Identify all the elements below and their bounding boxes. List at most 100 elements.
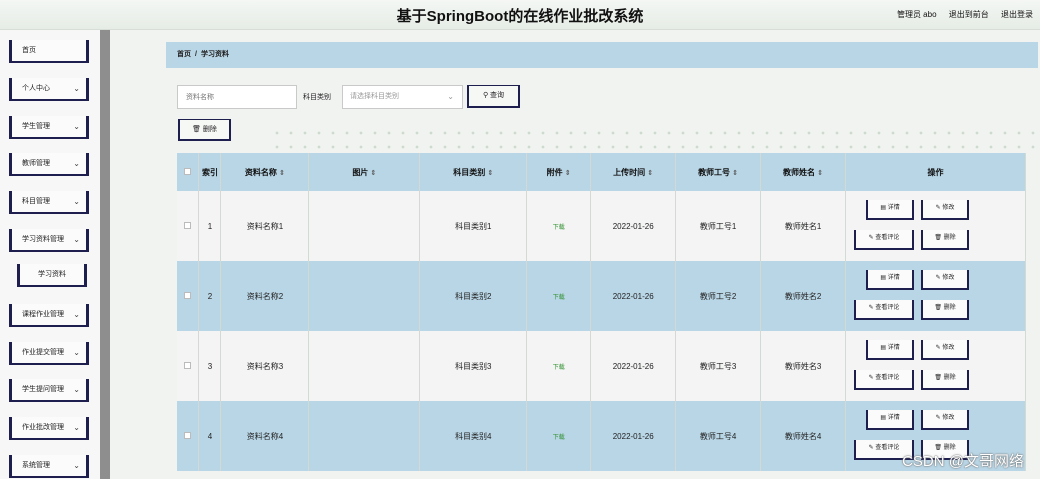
detail-button-label: 详情 (887, 345, 900, 351)
delete-button[interactable]: 🗑 删除 (921, 370, 970, 390)
header-teacher-name[interactable]: 教师姓名 ⇕ (760, 153, 847, 191)
header-image[interactable]: 图片 ⇕ (308, 153, 421, 191)
edit-button[interactable]: ✎ 修改 (921, 200, 970, 220)
header-teacher-name-label: 教师姓名 (783, 167, 815, 177)
row-checkbox[interactable] (184, 221, 192, 229)
decorative-dot-band (270, 126, 1040, 156)
sort-icon[interactable]: ⇕ (487, 170, 493, 177)
pencil-icon: ✎ (868, 305, 874, 311)
cell-category: 科目类别1 (419, 191, 528, 261)
download-link[interactable]: 下载 (553, 435, 565, 441)
delete-button-label: 删除 (943, 305, 956, 311)
sidebar-item[interactable]: 个人中心 ⌄ (9, 78, 89, 101)
cell-actions: ▤ 详情 ✎ 修改 ✎ 查看评论 🗑 删除 (845, 191, 1026, 261)
cell-teacher-id: 教师工号1 (675, 191, 762, 261)
sidebar-item[interactable]: 教师管理 ⌄ (9, 153, 89, 176)
category-select[interactable]: 请选择科目类别 ⌄ (342, 85, 463, 109)
trash-icon: 🗑 (192, 126, 201, 133)
detail-button[interactable]: ▤ 详情 (866, 340, 915, 360)
chevron-down-icon: ⌄ (73, 84, 80, 93)
main-content: 首页 /学习资料 科目类别 请选择科目类别 ⌄ ⚲ 查询 🗑 删除 索引 资料名称… (110, 30, 1040, 479)
cell-teacher-id: 教师工号4 (675, 401, 762, 471)
chevron-down-icon: ⌄ (73, 235, 80, 244)
header-upload-time-label: 上传时间 (613, 167, 646, 177)
cell-actions: ▤ 详情 ✎ 修改 ✎ 查看评论 🗑 删除 (845, 261, 1026, 331)
download-link[interactable]: 下载 (553, 295, 565, 301)
detail-button[interactable]: ▤ 详情 (866, 270, 915, 290)
row-checkbox[interactable] (184, 361, 192, 369)
cell-image (308, 191, 421, 261)
frontend-link[interactable]: 退出到前台 (949, 10, 989, 19)
name-search-input[interactable] (177, 85, 297, 109)
sidebar-item[interactable]: 学习资料管理 ⌄ (9, 229, 89, 252)
detail-button[interactable]: ▤ 详情 (866, 410, 915, 430)
select-all-checkbox[interactable] (184, 167, 192, 175)
row-checkbox[interactable] (184, 291, 192, 299)
breadcrumb-home[interactable]: 首页 (177, 51, 191, 58)
sidebar-item[interactable]: 作业批改管理 ⌄ (9, 417, 89, 440)
sidebar-item[interactable]: 首页 (9, 40, 89, 63)
cell-upload-time: 2022-01-26 (590, 331, 677, 401)
query-button[interactable]: ⚲ 查询 (467, 85, 520, 108)
row-select[interactable] (177, 191, 200, 261)
header-attachment[interactable]: 附件 ⇕ (526, 153, 592, 191)
download-link[interactable]: 下载 (553, 225, 565, 231)
header-teacher-id-label: 教师工号 (698, 167, 731, 177)
query-button-label: 查询 (490, 92, 505, 99)
bulk-delete-label: 删除 (202, 126, 217, 133)
cell-index: 2 (198, 261, 222, 331)
header-image-label: 图片 (352, 167, 369, 177)
sidebar-item-label: 学习资料 (38, 271, 66, 278)
top-header: 基于SpringBoot的在线作业批改系统 管理员 abo 退出到前台 退出登录 (0, 0, 1040, 30)
sidebar-item[interactable]: 科目管理 ⌄ (9, 191, 89, 214)
view-comments-button[interactable]: ✎ 查看评论 (854, 300, 915, 320)
edit-button[interactable]: ✎ 修改 (921, 410, 970, 430)
sidebar-item[interactable]: 学生管理 ⌄ (9, 116, 89, 139)
sidebar-item[interactable]: 学习资料 (17, 264, 87, 287)
delete-button[interactable]: 🗑 删除 (921, 230, 970, 250)
cell-image (308, 331, 421, 401)
sidebar-item-label: 作业提交管理 (22, 349, 64, 356)
sort-icon[interactable]: ⇕ (732, 170, 738, 177)
edit-button[interactable]: ✎ 修改 (921, 340, 970, 360)
row-select[interactable] (177, 261, 200, 331)
sort-icon[interactable]: ⇕ (647, 170, 653, 177)
sort-icon[interactable]: ⇕ (565, 170, 571, 177)
sidebar-item[interactable]: 学生提问管理 ⌄ (9, 379, 89, 402)
trash-icon: 🗑 (934, 235, 942, 241)
sidebar-item[interactable]: 课程作业管理 ⌄ (9, 304, 89, 327)
detail-button[interactable]: ▤ 详情 (866, 200, 915, 220)
view-comments-label: 查看评论 (875, 305, 900, 311)
header-category[interactable]: 科目类别 ⇕ (419, 153, 528, 191)
delete-button[interactable]: 🗑 删除 (921, 300, 970, 320)
edit-button-label: 修改 (942, 345, 955, 351)
header-upload-time[interactable]: 上传时间 ⇕ (590, 153, 677, 191)
row-select[interactable] (177, 401, 200, 471)
chevron-down-icon: ⌄ (73, 385, 80, 394)
row-checkbox[interactable] (184, 431, 192, 439)
header-name-label: 资料名称 (244, 167, 277, 177)
sidebar-item-label: 学生提问管理 (22, 386, 64, 393)
logout-link[interactable]: 退出登录 (1001, 10, 1033, 19)
sidebar-item-label: 教师管理 (22, 160, 50, 167)
view-comments-button[interactable]: ✎ 查看评论 (854, 230, 915, 250)
admin-label: 管理员 abo (896, 10, 937, 19)
edit-button[interactable]: ✎ 修改 (921, 270, 970, 290)
header-select-all[interactable] (177, 153, 200, 191)
cell-name: 资料名称1 (220, 191, 310, 261)
row-select[interactable] (177, 331, 200, 401)
view-comments-button[interactable]: ✎ 查看评论 (854, 370, 915, 390)
sidebar-item[interactable]: 系统管理 ⌄ (9, 455, 89, 478)
download-link[interactable]: 下载 (553, 365, 565, 371)
cell-image (308, 261, 421, 331)
sidebar-item-label: 作业批改管理 (22, 424, 64, 431)
cell-teacher-id: 教师工号3 (675, 331, 762, 401)
sort-icon[interactable]: ⇕ (817, 170, 823, 177)
header-teacher-id[interactable]: 教师工号 ⇕ (675, 153, 762, 191)
cell-attachment: 下载 (526, 191, 592, 261)
sort-icon[interactable]: ⇕ (371, 170, 377, 177)
bulk-delete-button[interactable]: 🗑 删除 (178, 119, 231, 141)
sidebar-item[interactable]: 作业提交管理 ⌄ (9, 342, 89, 365)
header-name[interactable]: 资料名称 ⇕ (220, 153, 310, 191)
sort-icon[interactable]: ⇕ (279, 170, 285, 177)
